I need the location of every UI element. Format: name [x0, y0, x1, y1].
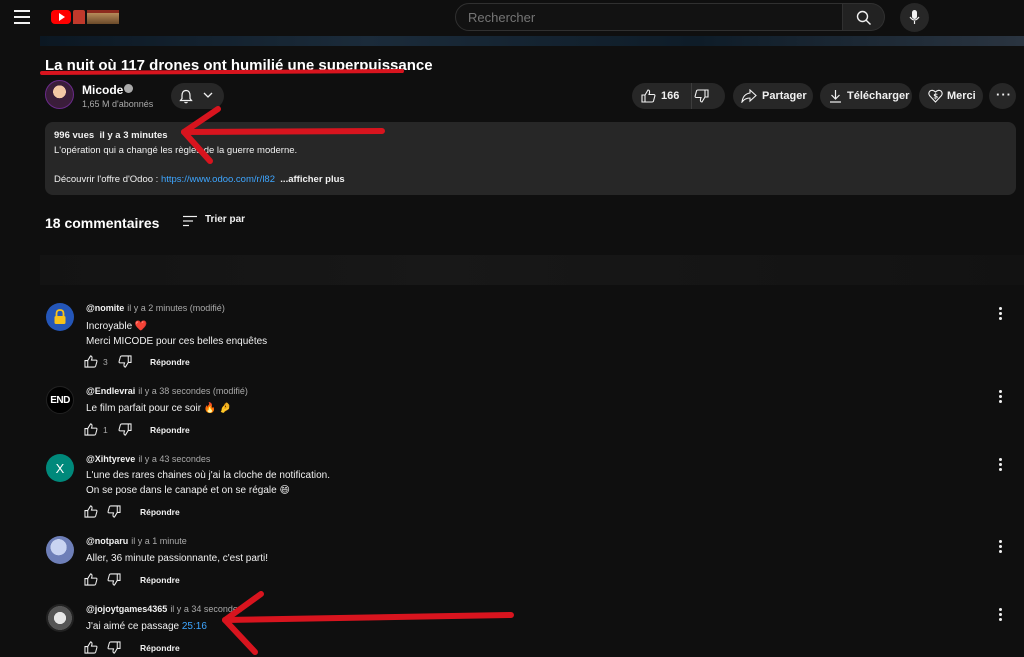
- download-label: Télécharger: [847, 90, 910, 102]
- comment-time: il y a 1 minute: [131, 536, 187, 546]
- reply-button[interactable]: Répondre: [140, 507, 180, 517]
- thumbs-up-icon[interactable]: [84, 423, 98, 436]
- thumbs-up-icon: [641, 89, 656, 103]
- top-bar: [0, 0, 1024, 36]
- svg-text:$: $: [933, 93, 938, 101]
- video-player-bottom[interactable]: [40, 36, 1024, 46]
- sponsor-text: Découvrir l'offre d'Odoo :: [54, 174, 161, 185]
- heart-dollar-icon: $: [928, 89, 943, 103]
- thumbs-down-icon[interactable]: [694, 89, 709, 103]
- comment-more-icon[interactable]: [999, 608, 1003, 622]
- share-label: Partager: [762, 90, 807, 102]
- comment-more-icon[interactable]: [999, 390, 1003, 404]
- comment-like-count: 3: [103, 357, 108, 367]
- thumbs-down-icon[interactable]: [107, 505, 121, 518]
- lock-icon: [54, 309, 66, 324]
- comment-text: L'une des rares chaines où j'ai la cloch…: [86, 470, 330, 496]
- more-horizontal-icon: ···: [996, 87, 1012, 102]
- menu-icon[interactable]: [14, 10, 30, 24]
- reply-button[interactable]: Répondre: [140, 575, 180, 585]
- share-button[interactable]: Partager: [733, 83, 813, 109]
- reply-button[interactable]: Répondre: [150, 425, 190, 435]
- reply-button[interactable]: Répondre: [150, 357, 190, 367]
- comment-more-icon[interactable]: [999, 458, 1003, 472]
- share-icon: [741, 89, 757, 103]
- microphone-icon: [909, 10, 920, 24]
- youtube-play-icon: [51, 10, 71, 24]
- lantern-icon: [73, 10, 85, 24]
- bell-icon: [179, 89, 193, 104]
- comment-more-icon[interactable]: [999, 540, 1003, 554]
- comments-count: 18 commentaires: [45, 215, 160, 231]
- download-button[interactable]: Télécharger: [820, 83, 912, 109]
- avatar[interactable]: X: [46, 454, 74, 482]
- description-meta: 996 vues il y a 3 minutes: [54, 130, 168, 141]
- avatar[interactable]: [46, 536, 74, 564]
- download-icon: [830, 90, 841, 103]
- description-sponsor-line: Découvrir l'offre d'Odoo : https://www.o…: [54, 174, 345, 185]
- thumbs-down-icon[interactable]: [118, 355, 132, 368]
- comment-time: il y a 38 secondes (modifié): [138, 386, 248, 396]
- comment-text: Aller, 36 minute passionnante, c'est par…: [86, 553, 269, 564]
- sort-icon: [183, 215, 197, 227]
- channel-name[interactable]: Micode: [82, 83, 123, 97]
- comment-author[interactable]: @Endlevrai il y a 38 secondes (modifié): [86, 386, 248, 396]
- thumbs-up-icon[interactable]: [84, 573, 98, 586]
- avatar[interactable]: [46, 303, 74, 331]
- comment-like-count: 1: [103, 425, 108, 435]
- like-dislike-group: 166: [632, 83, 725, 109]
- comment-time: il y a 2 minutes (modifié): [127, 303, 225, 313]
- comment-text: Le film parfait pour ce soir 🔥 🤌: [86, 403, 232, 414]
- comment-more-icon[interactable]: [999, 307, 1003, 321]
- thumbs-down-icon[interactable]: [118, 423, 132, 436]
- like-count: 166: [661, 90, 680, 102]
- comment-author[interactable]: @notparu il y a 1 minute: [86, 536, 187, 546]
- chevron-down-icon: [203, 92, 213, 98]
- search-button[interactable]: [843, 3, 885, 31]
- voice-search-button[interactable]: [900, 3, 929, 32]
- show-more-button[interactable]: ...afficher plus: [280, 174, 344, 185]
- more-actions-button[interactable]: ···: [989, 83, 1016, 109]
- channel-avatar[interactable]: [45, 80, 74, 109]
- sort-label: Trier par: [205, 214, 246, 225]
- timestamp-link[interactable]: 25:16: [182, 621, 207, 632]
- subscriber-count: 1,65 M d'abonnés: [82, 99, 154, 109]
- thumbs-up-icon[interactable]: [84, 355, 98, 368]
- avatar[interactable]: [46, 604, 74, 632]
- search-input[interactable]: [456, 4, 842, 31]
- youtube-logo[interactable]: [51, 8, 121, 26]
- view-count: 996 vues: [54, 130, 95, 141]
- thumbs-up-icon[interactable]: [84, 505, 98, 518]
- comment-text: J'ai aimé ce passage 25:16: [86, 621, 207, 632]
- comment-text: Incroyable ❤️ Merci MICODE pour ces bell…: [86, 321, 268, 347]
- red-arrow-annotation: [181, 106, 385, 164]
- thumbs-up-icon[interactable]: [84, 641, 98, 654]
- thanks-label: Merci: [947, 90, 976, 102]
- reply-button[interactable]: Répondre: [140, 643, 180, 653]
- thanks-button[interactable]: $ Merci: [919, 83, 983, 109]
- red-arrow-annotation: [222, 591, 514, 655]
- verified-icon: [124, 84, 133, 93]
- comment-author[interactable]: @Xihtyreve il y a 43 secondes: [86, 454, 210, 464]
- publish-date: il y a 3 minutes: [99, 130, 168, 141]
- search-icon: [856, 10, 871, 25]
- avatar[interactable]: END: [46, 386, 74, 414]
- search-box[interactable]: [455, 3, 843, 31]
- comment-author[interactable]: @nomite il y a 2 minutes (modifié): [86, 303, 225, 313]
- thumbs-down-icon[interactable]: [107, 641, 121, 654]
- pagoda-icon: [87, 10, 119, 24]
- sponsor-link[interactable]: https://www.odoo.com/r/l82: [161, 174, 275, 185]
- like-button[interactable]: 166: [632, 83, 692, 109]
- red-underline-annotation: [39, 69, 405, 75]
- comment-time: il y a 43 secondes: [138, 454, 211, 464]
- thumbs-down-icon[interactable]: [107, 573, 121, 586]
- comment-input-placeholder: [40, 255, 1024, 285]
